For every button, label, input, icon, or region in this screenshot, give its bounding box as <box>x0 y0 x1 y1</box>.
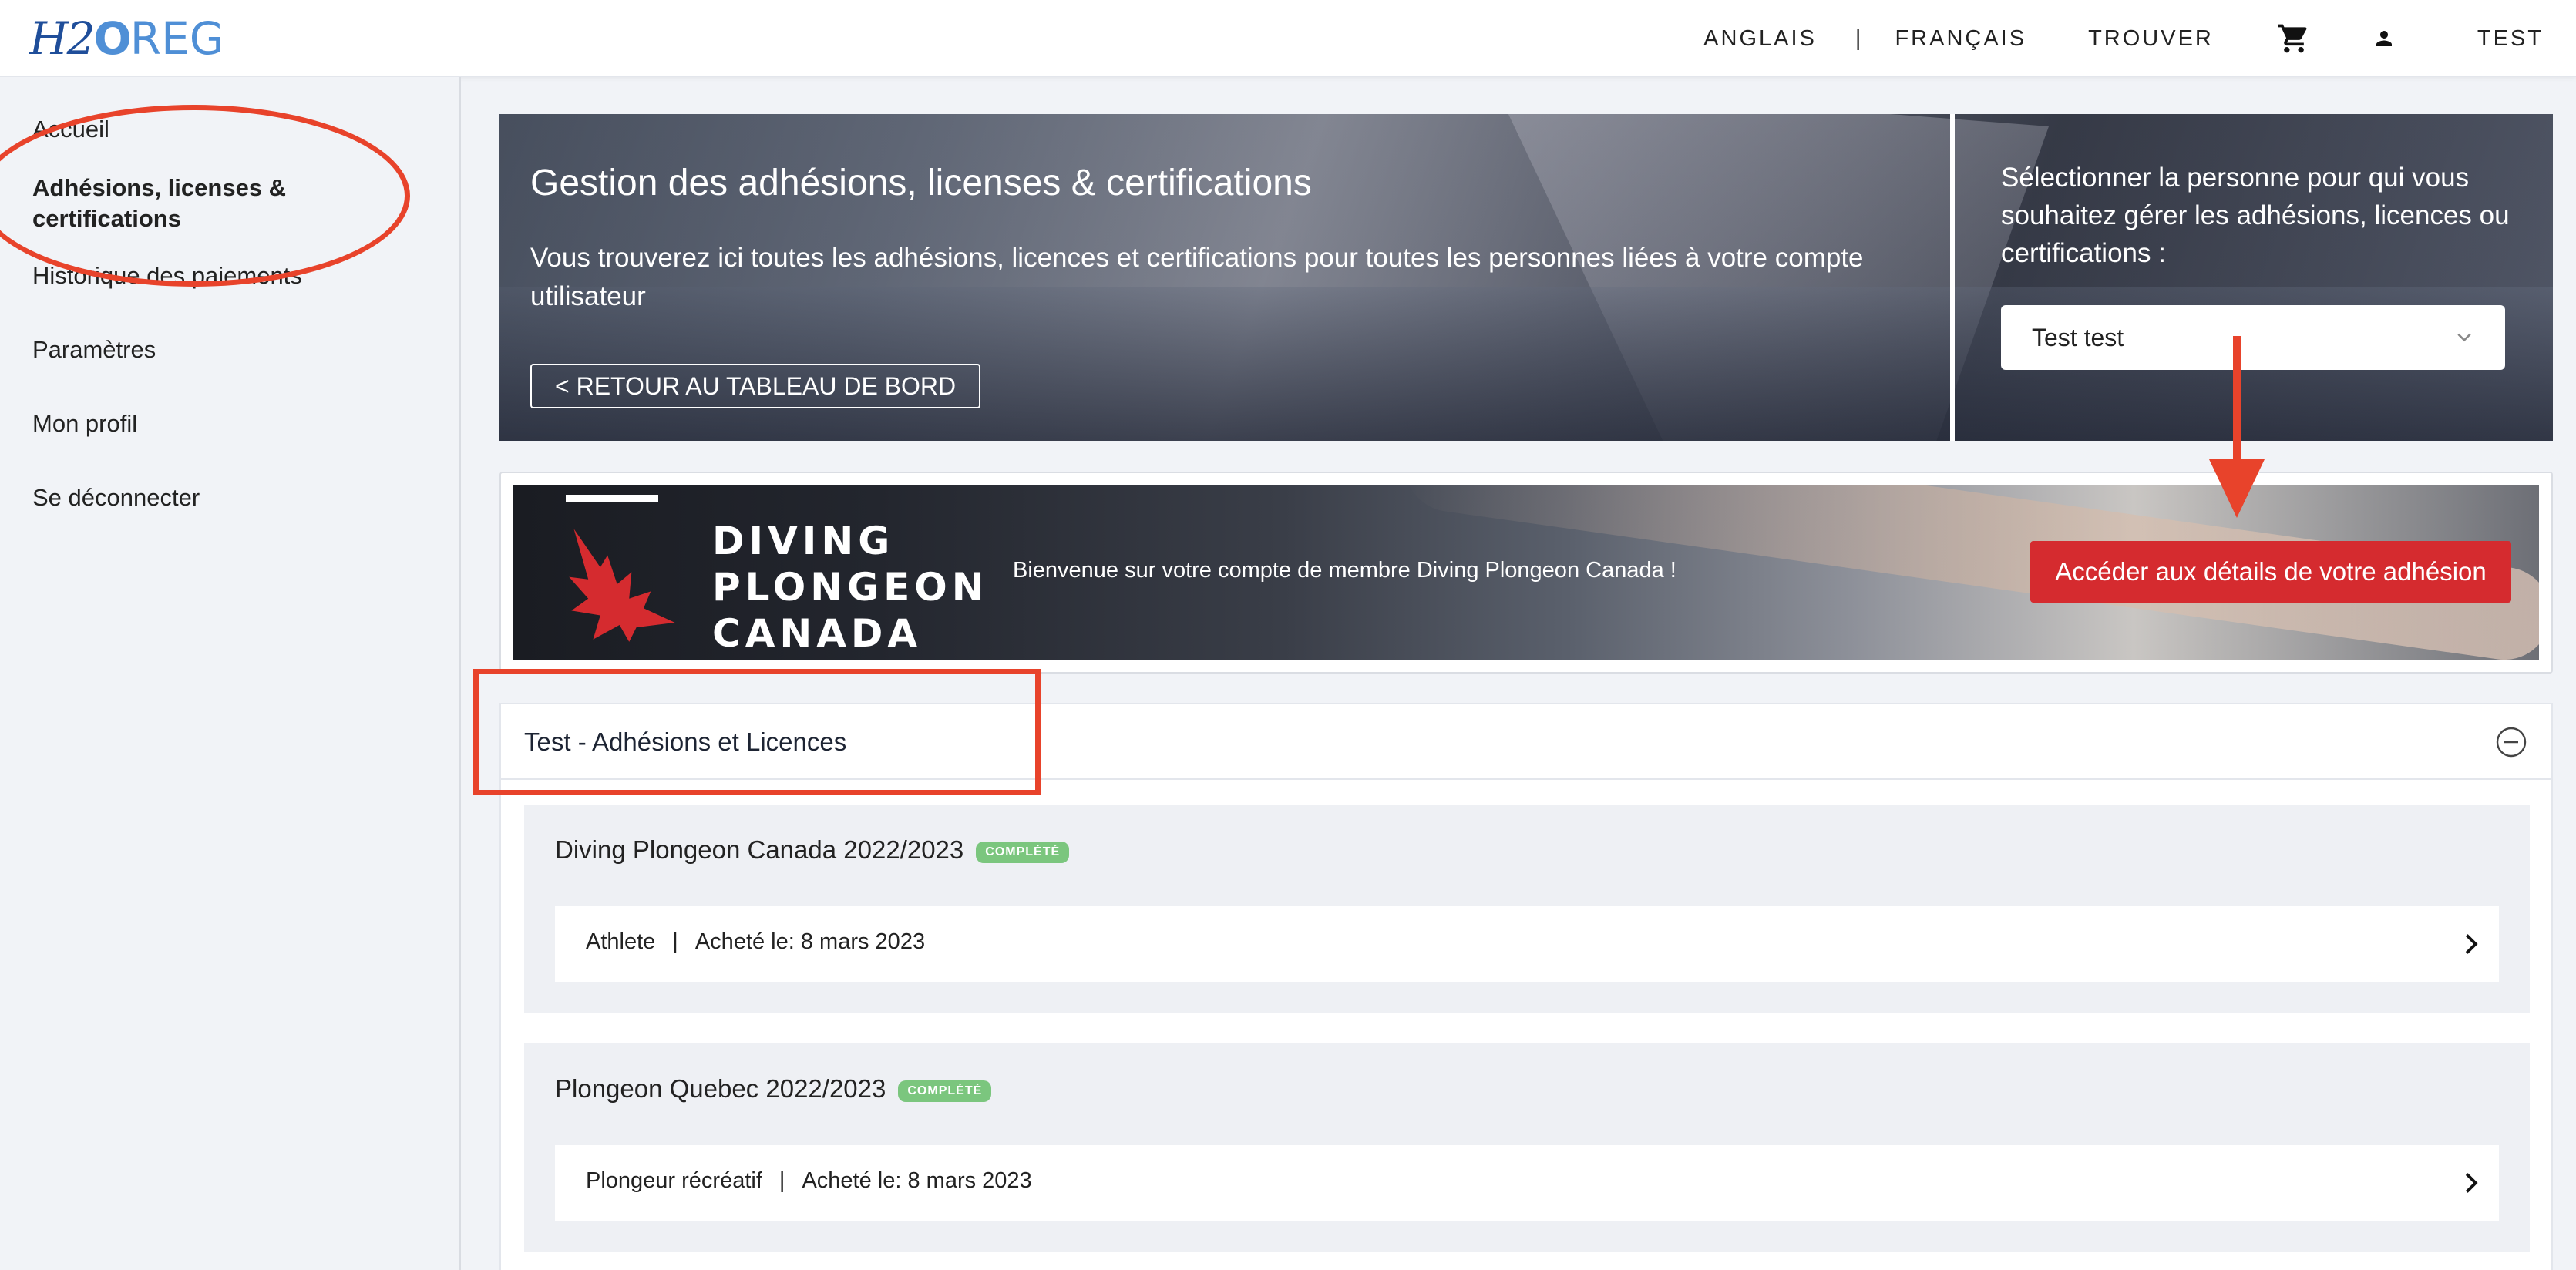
chevron-right-icon <box>2465 1173 2478 1193</box>
maple-leaf-icon <box>569 529 675 642</box>
person-select-prompt: Sélectionner la personne pour qui vous s… <box>2001 163 2510 268</box>
h2oreg-logo[interactable]: H2 O REG <box>29 8 224 69</box>
logo-o-text: O <box>93 12 131 65</box>
membership-detail-text: Plongeur récréatif | Acheté le: 8 mars 202… <box>586 1168 1032 1194</box>
user-name: TEST <box>2477 25 2544 51</box>
back-to-dashboard-button[interactable]: < RETOUR AU TABLEAU DE BORD <box>530 364 981 408</box>
membership-item: Plongeon Quebec 2022/2023 COMPLÉTÉ Plonge… <box>524 1043 2530 1252</box>
page-title: Gestion des adhésions, licenses & certif… <box>530 163 1312 203</box>
welcome-message: Bienvenue sur votre compte de membre Div… <box>1013 558 1676 583</box>
membership-role: Athlete <box>586 929 656 954</box>
sidebar-item-se-deconnecter[interactable]: Se déconnecter <box>32 482 200 513</box>
language-french-link[interactable]: FRANÇAIS <box>1895 26 2026 52</box>
chevron-down-icon <box>2457 333 2471 342</box>
sidebar-item-mon-profil[interactable]: Mon profil <box>32 408 137 439</box>
detail-separator: | <box>779 1168 785 1193</box>
language-english-link[interactable]: ANGLAIS <box>1703 26 1817 52</box>
membership-name: Diving Plongeon Canada 2022/2023 <box>555 835 964 864</box>
membership-item: Diving Plongeon Canada 2022/2023 COMPLÉTÉ… <box>524 805 2530 1013</box>
find-link[interactable]: TROUVER <box>2088 26 2214 52</box>
wordmark-line-1: DIVING <box>712 519 895 563</box>
shopping-cart-icon[interactable] <box>2277 22 2311 55</box>
annotation-rectangle <box>473 669 1041 795</box>
membership-role: Plongeur récréatif <box>586 1168 762 1193</box>
top-navigation-bar: H2 O REG ANGLAIS | FRANÇAIS TROUVER TEST <box>0 0 2576 77</box>
status-badge: COMPLÉTÉ <box>898 1080 992 1102</box>
logo-reg-text: REG <box>129 12 224 65</box>
page-description: Vous trouverez ici toutes les adhésions,… <box>530 243 1864 311</box>
status-badge: COMPLÉTÉ <box>976 842 1070 863</box>
user-menu[interactable]: TEST <box>2373 26 2544 52</box>
logo-h2-text: H2 <box>29 12 95 65</box>
membership-details-button[interactable]: Accéder aux détails de votre adhésion <box>2030 541 2511 603</box>
membership-detail-row[interactable]: Plongeur récréatif | Acheté le: 8 mars 202… <box>555 1145 2499 1221</box>
wordmark-line-3: CANADA <box>712 611 923 656</box>
header-nav: ANGLAIS | FRANÇAIS TROUVER TEST <box>1642 0 2544 77</box>
wordmark-line-2: PLONGEON <box>712 565 989 610</box>
banner-divider <box>1950 114 1955 441</box>
chevron-right-icon <box>2465 934 2478 954</box>
detail-separator: | <box>672 929 678 954</box>
person-icon <box>2376 31 2392 46</box>
nav-separator: | <box>1855 25 1861 51</box>
logo-bar <box>566 495 658 502</box>
annotation-arrow-icon <box>2209 336 2265 518</box>
purchase-date: Acheté le: 8 mars 2023 <box>802 1168 1032 1193</box>
membership-detail-row[interactable]: Athlete | Acheté le: 8 mars 2023 <box>555 906 2499 982</box>
membership-item-title: Diving Plongeon Canada 2022/2023 COMPLÉTÉ <box>555 835 1070 865</box>
membership-name: Plongeon Quebec 2022/2023 <box>555 1074 886 1103</box>
membership-detail-text: Athlete | Acheté le: 8 mars 2023 <box>586 929 925 955</box>
collapse-minus-icon[interactable] <box>2494 725 2528 759</box>
purchase-date: Acheté le: 8 mars 2023 <box>694 929 926 954</box>
diving-plongeon-canada-wordmark: DIVING PLONGEON CANADA <box>712 518 989 657</box>
sidebar-item-parametres[interactable]: Paramètres <box>32 334 156 365</box>
person-select-value: Test test <box>2032 324 2124 351</box>
membership-item-title: Plongeon Quebec 2022/2023 COMPLÉTÉ <box>555 1074 992 1104</box>
